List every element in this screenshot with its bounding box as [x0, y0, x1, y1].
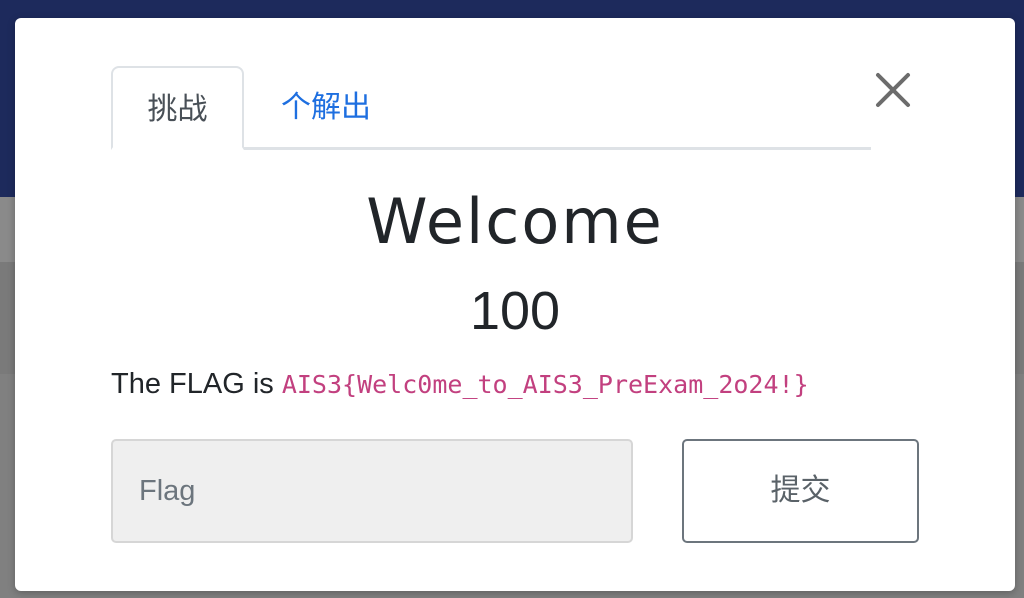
close-icon: [876, 73, 910, 107]
challenge-description: The FLAG is AIS3{Welc0me_to_AIS3_PreExam…: [111, 366, 971, 403]
challenge-modal: 挑战 个解出 Welcome 100 The FLAG is AIS3{Welc…: [15, 18, 1015, 591]
challenge-value: 100: [469, 281, 561, 341]
challenge-tabs: 挑战 个解出: [111, 66, 871, 150]
submit-button[interactable]: 提交: [682, 439, 919, 543]
close-button[interactable]: [873, 70, 913, 110]
tab-challenge[interactable]: 挑战: [111, 66, 244, 150]
challenge-name: Welcome: [366, 185, 664, 258]
flag-code: AIS3{Welc0me_to_AIS3_PreExam_2o24!}: [281, 370, 809, 399]
description-text: The FLAG is: [111, 368, 282, 400]
tab-solves[interactable]: 个解出: [261, 66, 391, 150]
flag-input[interactable]: [111, 439, 633, 543]
